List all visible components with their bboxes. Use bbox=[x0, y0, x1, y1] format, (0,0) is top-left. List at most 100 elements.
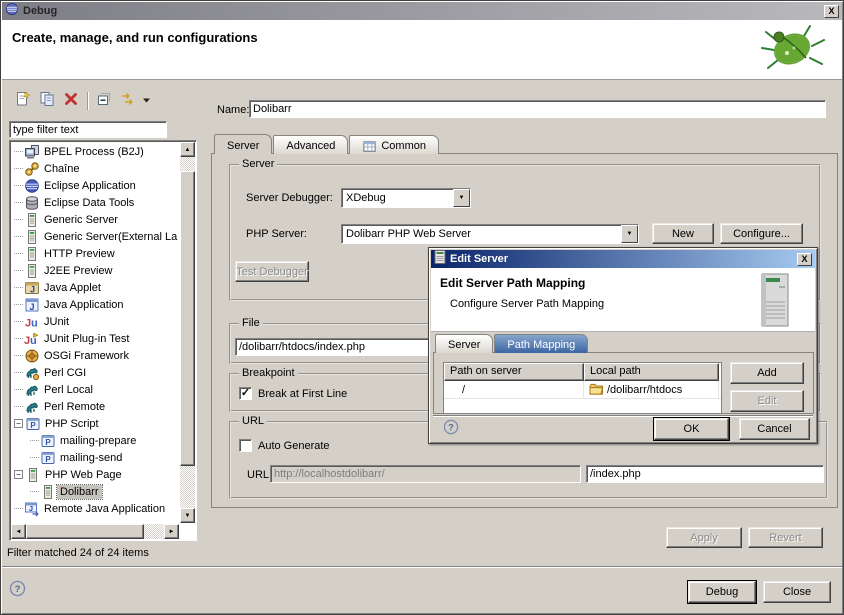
tree-item-mailing-send[interactable]: Pmailing-send bbox=[12, 449, 179, 466]
dialog-close-button[interactable]: X bbox=[797, 253, 812, 266]
tree-item-eclipse-application[interactable]: Eclipse Application bbox=[12, 177, 179, 194]
tree-item-label: mailing-send bbox=[57, 451, 125, 465]
svg-text:P: P bbox=[45, 438, 51, 447]
break-first-line-checkbox[interactable]: ✓ bbox=[239, 387, 252, 400]
url-group-label: URL bbox=[239, 415, 267, 427]
configure-server-button[interactable]: Configure... bbox=[720, 223, 803, 244]
tree-item-java-application[interactable]: JJava Application bbox=[12, 296, 179, 313]
tree-item-perl-remote[interactable]: Perl Remote bbox=[12, 398, 179, 415]
dialog-tab-folder: ServerPath Mapping bbox=[435, 334, 589, 353]
local-path-text: /dolibarr/htdocs bbox=[607, 384, 682, 396]
scroll-right-icon[interactable]: ► bbox=[164, 524, 179, 539]
dialog-tab-server[interactable]: Server bbox=[435, 334, 493, 353]
break-first-line-label: Break at First Line bbox=[258, 388, 347, 400]
debug-configurations-window: Debug X Create, manage, and run configur… bbox=[0, 0, 844, 615]
filter-button[interactable] bbox=[116, 89, 140, 113]
tree-connector bbox=[14, 287, 23, 288]
junit-icon: Ju bbox=[24, 314, 41, 330]
tree-item-osgi-framework[interactable]: OSGi Framework bbox=[12, 347, 179, 364]
add-mapping-button[interactable]: Add bbox=[730, 362, 804, 384]
footer-separator bbox=[2, 566, 842, 568]
camelcgi-icon bbox=[24, 365, 41, 381]
breakpoint-group-label: Breakpoint bbox=[239, 367, 298, 379]
folder-icon bbox=[589, 383, 604, 396]
column-header-local-path[interactable]: Local path bbox=[584, 363, 719, 381]
tree-item-j2ee-preview[interactable]: J2EE Preview bbox=[12, 262, 179, 279]
url-label: URL: bbox=[247, 469, 272, 481]
test-debugger-button[interactable]: Test Debugger bbox=[235, 261, 309, 282]
toolbar-menu-button[interactable] bbox=[142, 96, 151, 106]
tree-item-junit-plug-in-test[interactable]: JuJUnit Plug-in Test bbox=[12, 330, 179, 347]
chevron-down-icon[interactable]: ▼ bbox=[453, 189, 470, 207]
scroll-up-icon[interactable]: ▲ bbox=[180, 142, 195, 157]
tree-item-label: Java Applet bbox=[41, 281, 104, 295]
delete-button[interactable] bbox=[59, 89, 83, 113]
tree-item-perl-local[interactable]: Perl Local bbox=[12, 381, 179, 398]
debug-button[interactable]: Debug bbox=[688, 581, 756, 603]
tab-server[interactable]: Server bbox=[214, 134, 272, 154]
vscroll-thumb[interactable] bbox=[180, 171, 195, 466]
window-close-button[interactable]: X bbox=[824, 5, 839, 18]
revert-button[interactable]: Revert bbox=[748, 527, 823, 548]
tree-item-label: BPEL Process (B2J) bbox=[41, 145, 147, 159]
ok-button[interactable]: OK bbox=[654, 418, 729, 440]
configurations-tree: BPEL Process (B2J)ChaîneEclipse Applicat… bbox=[9, 140, 197, 541]
tree-item-mailing-prepare[interactable]: Pmailing-prepare bbox=[12, 432, 179, 449]
tree-item-dolibarr[interactable]: Dolibarr bbox=[12, 483, 179, 500]
window-title: Debug bbox=[23, 5, 824, 17]
scroll-down-icon[interactable]: ▼ bbox=[180, 508, 195, 523]
tree-connector bbox=[14, 406, 23, 407]
close-button[interactable]: Close bbox=[763, 581, 831, 603]
tree-item-php-script[interactable]: −PPHP Script bbox=[12, 415, 179, 432]
junitplugin-icon: Ju bbox=[24, 331, 41, 347]
new-server-button[interactable]: New bbox=[652, 223, 714, 244]
url-base-input[interactable] bbox=[270, 465, 581, 483]
column-header-path-on-server[interactable]: Path on server bbox=[444, 363, 584, 381]
server-debugger-combo[interactable]: XDebug ▼ bbox=[341, 188, 471, 208]
configurations-toolbar bbox=[11, 89, 151, 113]
duplicate-button[interactable] bbox=[35, 89, 59, 113]
php-server-combo[interactable]: Dolibarr PHP Web Server ▼ bbox=[341, 224, 639, 244]
scroll-left-icon[interactable]: ◄ bbox=[11, 524, 26, 539]
dialog-tab-content: Path on serverLocal path //dolibarr/htdo… bbox=[433, 352, 814, 414]
tree-item-java-applet[interactable]: JJava Applet bbox=[12, 279, 179, 296]
tree-item-perl-cgi[interactable]: Perl CGI bbox=[12, 364, 179, 381]
tree-item-eclipse-data-tools[interactable]: Eclipse Data Tools bbox=[12, 194, 179, 211]
tree-item-label: OSGi Framework bbox=[41, 349, 132, 363]
tab-advanced[interactable]: Advanced bbox=[273, 135, 348, 154]
collapse-all-icon bbox=[96, 91, 112, 112]
tree-item-generic-server[interactable]: Generic Server bbox=[12, 211, 179, 228]
eclipse-logo-icon bbox=[5, 2, 19, 21]
dialog-help-icon[interactable]: ? bbox=[443, 419, 460, 436]
tree-item-php-web-page[interactable]: −PHP Web Page bbox=[12, 466, 179, 483]
dialog-banner: Create, manage, and run configurations bbox=[2, 20, 842, 80]
table-row[interactable]: //dolibarr/htdocs bbox=[444, 381, 721, 399]
tree-item-generic-server-external-la[interactable]: Generic Server(External La bbox=[12, 228, 179, 245]
filter-input[interactable] bbox=[9, 121, 167, 138]
collapse-all-button[interactable] bbox=[92, 89, 116, 113]
tree-item-bpel-process-b2j[interactable]: BPEL Process (B2J) bbox=[12, 143, 179, 160]
tree-item-remote-java-application[interactable]: JRemote Java Application bbox=[12, 500, 179, 517]
tree-item-junit[interactable]: JuJUnit bbox=[12, 313, 179, 330]
tree-item-cha-ne[interactable]: Chaîne bbox=[12, 160, 179, 177]
tree-expander-icon[interactable]: − bbox=[14, 419, 23, 428]
hscroll-thumb[interactable] bbox=[26, 524, 144, 539]
banner-heading: Create, manage, and run configurations bbox=[12, 30, 258, 45]
filter-status-text: Filter matched 24 of 24 items bbox=[7, 547, 149, 559]
tree-item-http-preview[interactable]: HTTP Preview bbox=[12, 245, 179, 262]
tree-connector bbox=[30, 457, 39, 458]
cancel-button[interactable]: Cancel bbox=[739, 418, 810, 440]
auto-generate-checkbox[interactable] bbox=[239, 439, 252, 452]
url-path-input[interactable] bbox=[586, 465, 824, 483]
new-configuration-button[interactable] bbox=[11, 89, 35, 113]
edit-mapping-button[interactable]: Edit bbox=[730, 390, 804, 412]
name-input[interactable] bbox=[249, 100, 826, 118]
chevron-down-icon[interactable]: ▼ bbox=[621, 225, 638, 243]
tab-common[interactable]: Common bbox=[349, 135, 439, 154]
apply-button[interactable]: Apply bbox=[666, 527, 742, 548]
tree-expander-icon[interactable]: − bbox=[14, 470, 23, 479]
svg-text:?: ? bbox=[15, 584, 21, 595]
php-icon: P bbox=[25, 416, 42, 432]
help-icon[interactable]: ? bbox=[9, 580, 26, 597]
dialog-tab-path-mapping[interactable]: Path Mapping bbox=[494, 334, 588, 353]
